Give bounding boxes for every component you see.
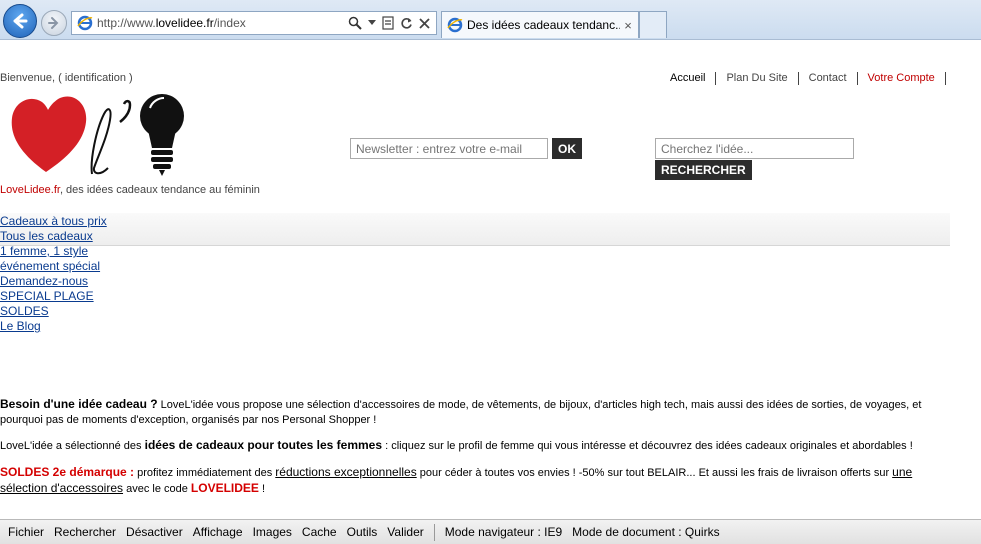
search-form: RECHERCHER [655,138,854,180]
devtools-find[interactable]: Rechercher [54,525,116,539]
ie-page-icon [77,15,93,31]
menu-item: Le Blog [0,319,107,334]
new-tab-button[interactable] [639,11,667,38]
menu-item: SPECIAL PLAGE [0,289,107,304]
refresh-icon[interactable] [400,17,413,30]
browser-tab[interactable]: Des idées cadeaux tendanc... × [441,11,639,38]
nav-contact-link[interactable]: Contact [799,72,858,85]
tagline-text: , des idées cadeaux tendance au féminin [59,184,260,196]
sales-paragraph: SOLDES 2e démarque : profitez immédiatem… [0,465,945,497]
newsletter-ok-button[interactable]: OK [552,138,582,159]
newsletter-form: OK [350,138,582,159]
selection-text-a: LoveL'idée a sélectionné des [0,440,145,452]
search-icon[interactable] [348,16,362,30]
stop-icon[interactable] [419,17,430,29]
menu-link-special-event[interactable]: événement spécial [0,259,100,273]
document-mode-selector[interactable]: Mode de document : Quirks [572,525,719,539]
sales-text-a: profitez immédiatement des [134,467,276,479]
sales-text-d: ! [258,483,266,495]
devtools-tools[interactable]: Outils [347,525,378,539]
sales-heading: SOLDES 2e démarque : [0,465,135,479]
menu-item: 1 femme, 1 style [0,244,107,259]
menu-bar-background [0,213,950,246]
browser-mode-selector[interactable]: Mode navigateur : IE9 [445,525,562,539]
menu-item: SOLDES [0,304,107,319]
close-icon[interactable]: × [620,18,636,33]
menu-link-all-prices[interactable]: Cadeaux à tous prix [0,214,107,228]
menu-link-ask-us[interactable]: Demandez-nous [0,274,88,288]
menu-link-all-gifts[interactable]: Tous les cadeaux [0,229,93,243]
devtools-view[interactable]: Affichage [193,525,243,539]
address-url[interactable]: http://www.lovelidee.fr/index [97,16,348,30]
url-domain: lovelidee.fr [155,16,214,30]
back-button[interactable] [3,4,37,38]
menu-item: Tous les cadeaux [0,229,107,244]
welcome-text[interactable]: Bienvenue, ( identification ) [0,72,133,84]
search-button[interactable]: RECHERCHER [655,160,752,180]
site-logo[interactable] [8,90,193,180]
menu-link-one-woman-one-style[interactable]: 1 femme, 1 style [0,244,88,258]
selection-text-b: : cliquez sur le profil de femme qui vou… [382,440,913,452]
address-bar[interactable]: http://www.lovelidee.fr/index [71,11,437,35]
menu-link-blog[interactable]: Le Blog [0,319,41,333]
devtools-cache[interactable]: Cache [302,525,337,539]
toolbar-divider [433,523,435,541]
intro-heading: Besoin d'une idée cadeau ? [0,397,158,411]
url-prefix: http://www. [97,16,156,30]
compatibility-view-icon[interactable] [382,16,394,30]
nav-account-link[interactable]: Votre Compte [858,72,946,85]
arrow-right-icon [48,17,59,29]
promo-code: LOVELIDEE [190,481,259,495]
search-input[interactable] [655,138,854,159]
menu-link-sales[interactable]: SOLDES [0,304,49,318]
sales-text-b: pour céder à toutes vos envies ! -50% su… [416,467,893,479]
devtools-images[interactable]: Images [253,525,292,539]
developer-toolbar: Fichier Rechercher Désactiver Affichage … [0,519,981,544]
selection-paragraph: LoveL'idée a sélectionné des idées de ca… [0,438,945,454]
sales-text-c: avec le code [123,483,191,495]
devtools-file[interactable]: Fichier [8,525,44,539]
site-tagline: LoveLidee.fr, des idées cadeaux tendance… [0,184,260,196]
tab-title: Des idées cadeaux tendanc... [467,18,620,32]
chevron-down-icon[interactable] [368,20,376,26]
url-path: /index [213,16,246,30]
menu-item: événement spécial [0,259,107,274]
devtools-disable[interactable]: Désactiver [126,525,183,539]
heart-bulb-logo-icon [11,94,184,176]
nav-home-link[interactable]: Accueil [660,72,717,85]
discounts-link[interactable]: réductions exceptionnelles [275,465,416,479]
browser-toolbar: http://www.lovelidee.fr/index Des idées … [0,0,981,40]
menu-item: Demandez-nous [0,274,107,289]
selection-highlight: idées de cadeaux pour toutes les femmes [144,438,383,452]
intro-paragraph: Besoin d'une idée cadeau ? LoveL'idée vo… [0,397,945,428]
tagline-brand: LoveLidee.fr [0,184,60,196]
nav-sitemap-link[interactable]: Plan Du Site [716,72,799,85]
menu-item: Cadeaux à tous prix [0,214,107,229]
menu-link-special-beach[interactable]: SPECIAL PLAGE [0,289,94,303]
arrow-left-icon [13,13,28,29]
forward-button[interactable] [41,10,67,36]
tab-ie-icon [447,17,463,33]
main-menu: Cadeaux à tous prix Tous les cadeaux 1 f… [0,214,107,334]
top-navigation: Accueil Plan Du Site Contact Votre Compt… [660,72,946,85]
devtools-validate[interactable]: Valider [387,525,423,539]
newsletter-email-input[interactable] [350,138,548,159]
